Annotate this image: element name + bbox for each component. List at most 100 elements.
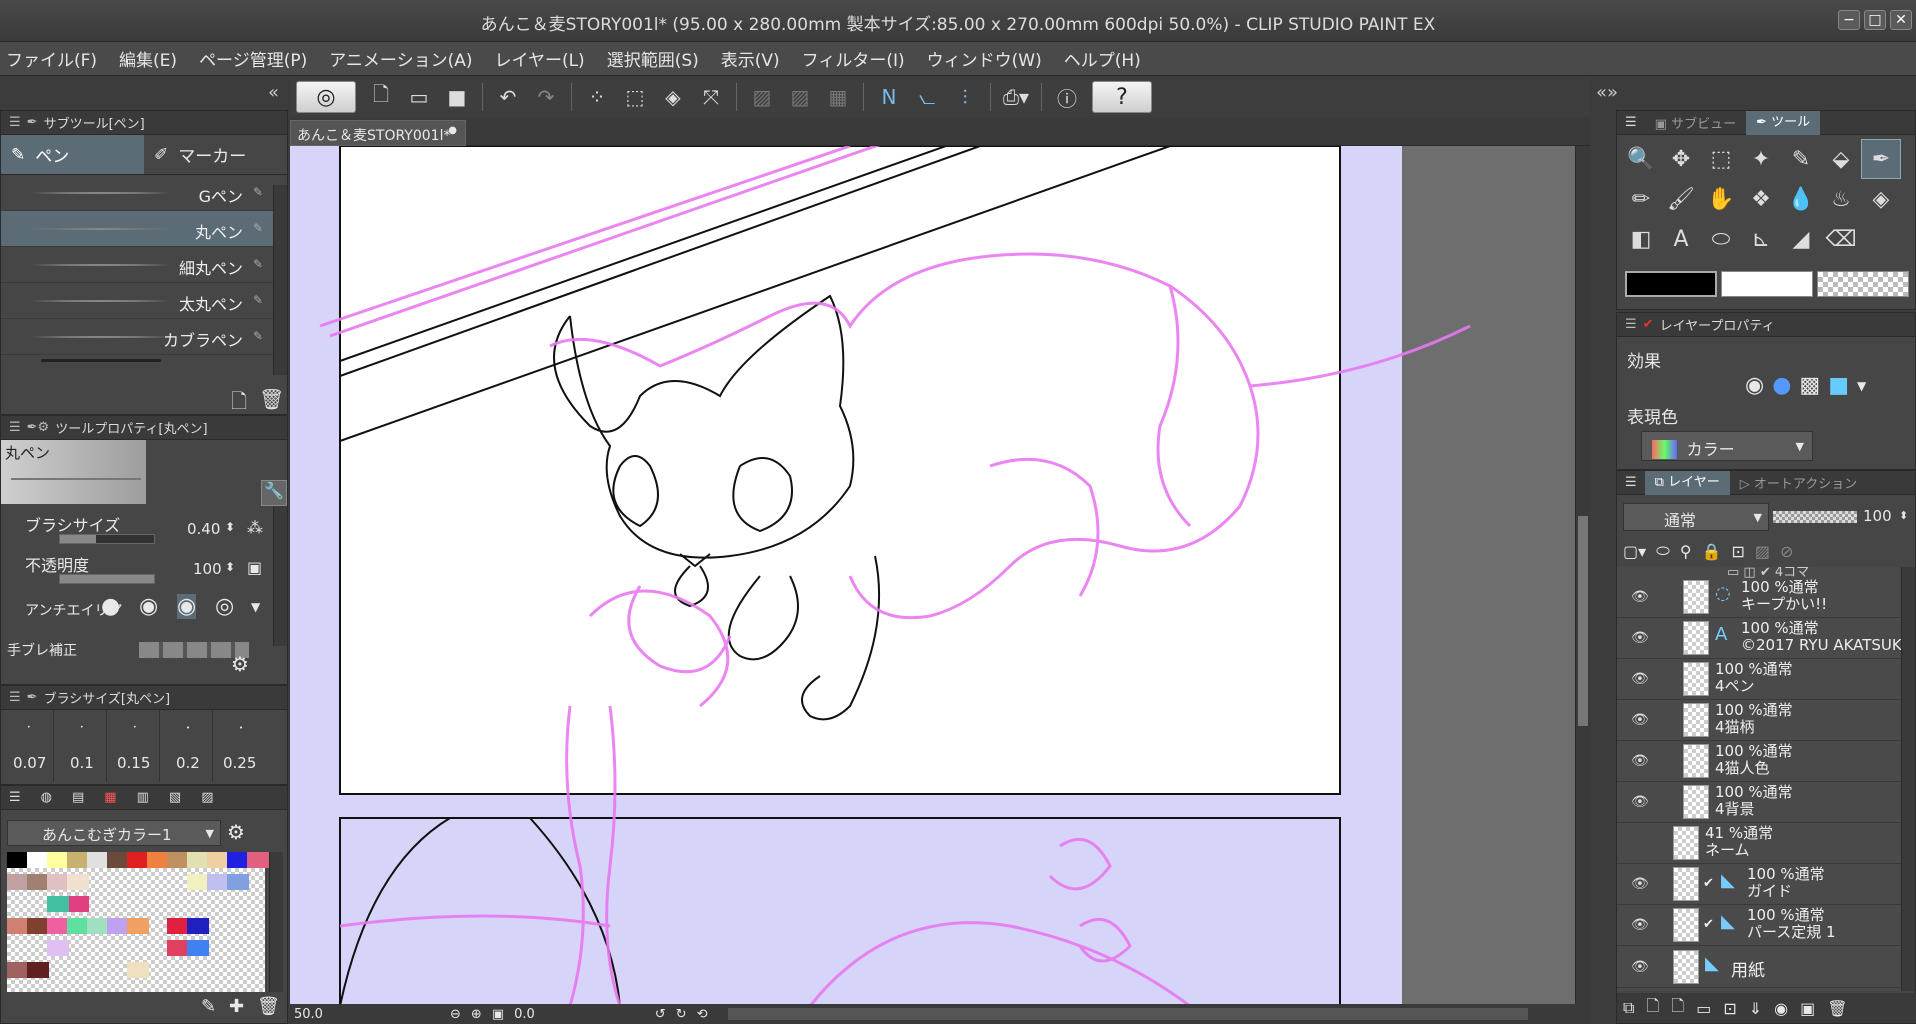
color-swatch[interactable]	[47, 940, 69, 956]
reference-icon[interactable]: ⚲	[1680, 542, 1692, 561]
new-mask-icon[interactable]: ⊡	[1723, 999, 1736, 1018]
visibility-icon[interactable]: 👁	[1631, 630, 1649, 646]
visibility-icon[interactable]: 👁	[1631, 959, 1649, 975]
zoom-in-icon[interactable]: ⊕	[471, 1007, 482, 1022]
color-swatch[interactable]	[127, 852, 149, 868]
brush-size-preset[interactable]: • 0.15	[107, 710, 160, 782]
transparent-color-swatch[interactable]	[1817, 271, 1909, 297]
layer-row[interactable]: 👁 100 %通常 4背景	[1617, 782, 1901, 823]
reset-rotate-icon[interactable]: ⟲	[697, 1007, 708, 1022]
color-swatch[interactable]	[247, 852, 269, 868]
extract-line-icon[interactable]: ●	[1772, 373, 1791, 398]
color-swatch[interactable]	[47, 896, 69, 912]
settings-icon[interactable]: ✎	[253, 257, 263, 271]
minimize-button[interactable]: −	[1838, 10, 1860, 30]
menu-icon[interactable]: ☰	[9, 790, 21, 805]
color-swatch[interactable]	[67, 918, 89, 934]
canvas-viewport[interactable]	[290, 146, 1575, 1006]
new-folder-icon[interactable]: ▭	[1696, 999, 1711, 1018]
hand-tool-icon[interactable]: ✋	[1701, 179, 1741, 219]
color-swatch[interactable]	[107, 852, 129, 868]
collapse-middle-icon[interactable]: «»	[1596, 82, 1618, 103]
subtool-item-futomarupen[interactable]: 太丸ペン ✎	[1, 283, 273, 319]
menu-filter[interactable]: フィルター(I)	[802, 46, 905, 71]
layer-row[interactable]: 👁 ✔ ◣ 100 %通常 ガイド	[1617, 864, 1901, 905]
color-swatch[interactable]	[127, 918, 149, 934]
chevron-down-icon[interactable]: ▼	[1857, 379, 1866, 398]
transform-icon[interactable]: ⤧	[695, 82, 727, 112]
color-swatch[interactable]	[67, 874, 89, 890]
pen-tool-icon[interactable]: ✒	[1861, 139, 1901, 179]
approx-color-icon[interactable]: ▧	[169, 790, 181, 805]
selection-icon-2[interactable]: ▨	[784, 82, 816, 112]
expression-color-select[interactable]: ██カラー▼	[1641, 431, 1813, 461]
eyedropper-icon[interactable]: ✎	[201, 996, 216, 1017]
menu-icon[interactable]: ☰	[1617, 475, 1645, 490]
object-tool-icon[interactable]: ⬙	[1821, 139, 1861, 179]
menu-icon[interactable]: ☰	[9, 420, 21, 435]
layer-row[interactable]: 41 %通常 ネーム	[1617, 823, 1901, 864]
visibility-icon[interactable]: 👁	[1631, 794, 1649, 810]
layer-color-icon[interactable]: ■	[1828, 373, 1849, 398]
visibility-icon[interactable]: 👁	[1631, 712, 1649, 728]
manga-page[interactable]	[290, 146, 1575, 1006]
document-tab[interactable]: あんこ＆麦STORY001l* ●	[290, 120, 466, 146]
menu-animation[interactable]: アニメーション(A)	[329, 46, 472, 71]
settings-icon[interactable]: ⚙	[227, 820, 245, 844]
clear-icon[interactable]: ⁘	[581, 82, 613, 112]
menu-icon[interactable]: ☰	[9, 115, 21, 130]
fill-icon[interactable]: ◈	[657, 82, 689, 112]
selection-icon-1[interactable]: ▨	[746, 82, 778, 112]
opacity-toggle-icon[interactable]: ▣	[247, 558, 262, 577]
color-swatch[interactable]	[47, 852, 69, 868]
chevron-down-icon[interactable]: ▼	[251, 600, 260, 614]
brush-size-preset[interactable]: • 0.25	[213, 710, 269, 782]
blend-mode-select[interactable]: 通常 ▼	[1623, 503, 1769, 531]
menu-file[interactable]: ファイル(F)	[6, 46, 97, 71]
color-swatch[interactable]	[7, 852, 29, 868]
zoom-out-icon[interactable]: ⊖	[450, 1007, 461, 1022]
layer-color-swatch-icon[interactable]: ▢▾	[1623, 542, 1646, 561]
pencil-tool-icon[interactable]: ✏	[1621, 179, 1661, 219]
color-swatch[interactable]	[207, 852, 229, 868]
layer-scrollbar[interactable]	[1901, 567, 1915, 991]
color-swatch[interactable]	[67, 852, 89, 868]
canvas-vertical-scrollbar[interactable]	[1575, 146, 1590, 1006]
color-palette[interactable]	[7, 852, 269, 992]
blend-tool-icon[interactable]: 💧	[1781, 179, 1821, 219]
color-swatch[interactable]	[167, 940, 189, 956]
menu-icon[interactable]: ☰	[1625, 317, 1637, 332]
color-swatch[interactable]	[147, 852, 169, 868]
visibility-icon[interactable]: 👁	[1631, 917, 1649, 933]
angle-value[interactable]: 0.0	[514, 1007, 535, 1022]
eyedropper-tool-icon[interactable]: ✎	[1781, 139, 1821, 179]
undo-icon[interactable]: ↶	[492, 82, 524, 112]
menu-page[interactable]: ページ管理(P)	[199, 46, 307, 71]
layer-row[interactable]: 👁 100 %通常 4猫柄	[1617, 700, 1901, 741]
clip-studio-icon[interactable]: ◎	[296, 81, 356, 113]
subtool-item-kaburapen[interactable]: カブラペン ✎	[1, 319, 273, 355]
brush-size-value[interactable]: 0.40	[187, 520, 220, 538]
trash-icon[interactable]: 🗑	[259, 387, 284, 411]
color-swatch[interactable]	[127, 962, 149, 978]
help-icon[interactable]: ?	[1092, 81, 1152, 113]
property-scrollbar[interactable]	[273, 506, 287, 646]
check-icon[interactable]: ✔	[1703, 917, 1714, 932]
lock-icon[interactable]: 🔒	[1702, 542, 1722, 561]
color-history-icon[interactable]: ▨	[201, 790, 213, 805]
border-effect-icon[interactable]: ◉	[1745, 373, 1764, 398]
lock-transparent-icon[interactable]: ⊡	[1731, 542, 1744, 561]
antialias-strong-icon[interactable]: ◎	[215, 594, 234, 619]
color-swatch[interactable]	[187, 874, 209, 890]
tab-auto-action[interactable]: ▷ オートアクション	[1730, 473, 1868, 492]
auto-select-tool-icon[interactable]: ✦	[1741, 139, 1781, 179]
move-tool-icon[interactable]: ✥	[1661, 139, 1701, 179]
palette-scrollbar[interactable]	[269, 852, 283, 992]
horizontal-scrollbar[interactable]	[727, 1008, 1528, 1020]
info-icon[interactable]: ⓘ	[1051, 82, 1083, 112]
close-button[interactable]: ✕	[1890, 10, 1912, 30]
redo-icon[interactable]: ↷	[530, 82, 562, 112]
color-set-select[interactable]: あんこむぎカラー1 ▼	[7, 820, 221, 846]
brush-size-preset[interactable]: • 0.2	[160, 710, 213, 782]
airbrush-tool-icon[interactable]: ♨	[1821, 179, 1861, 219]
